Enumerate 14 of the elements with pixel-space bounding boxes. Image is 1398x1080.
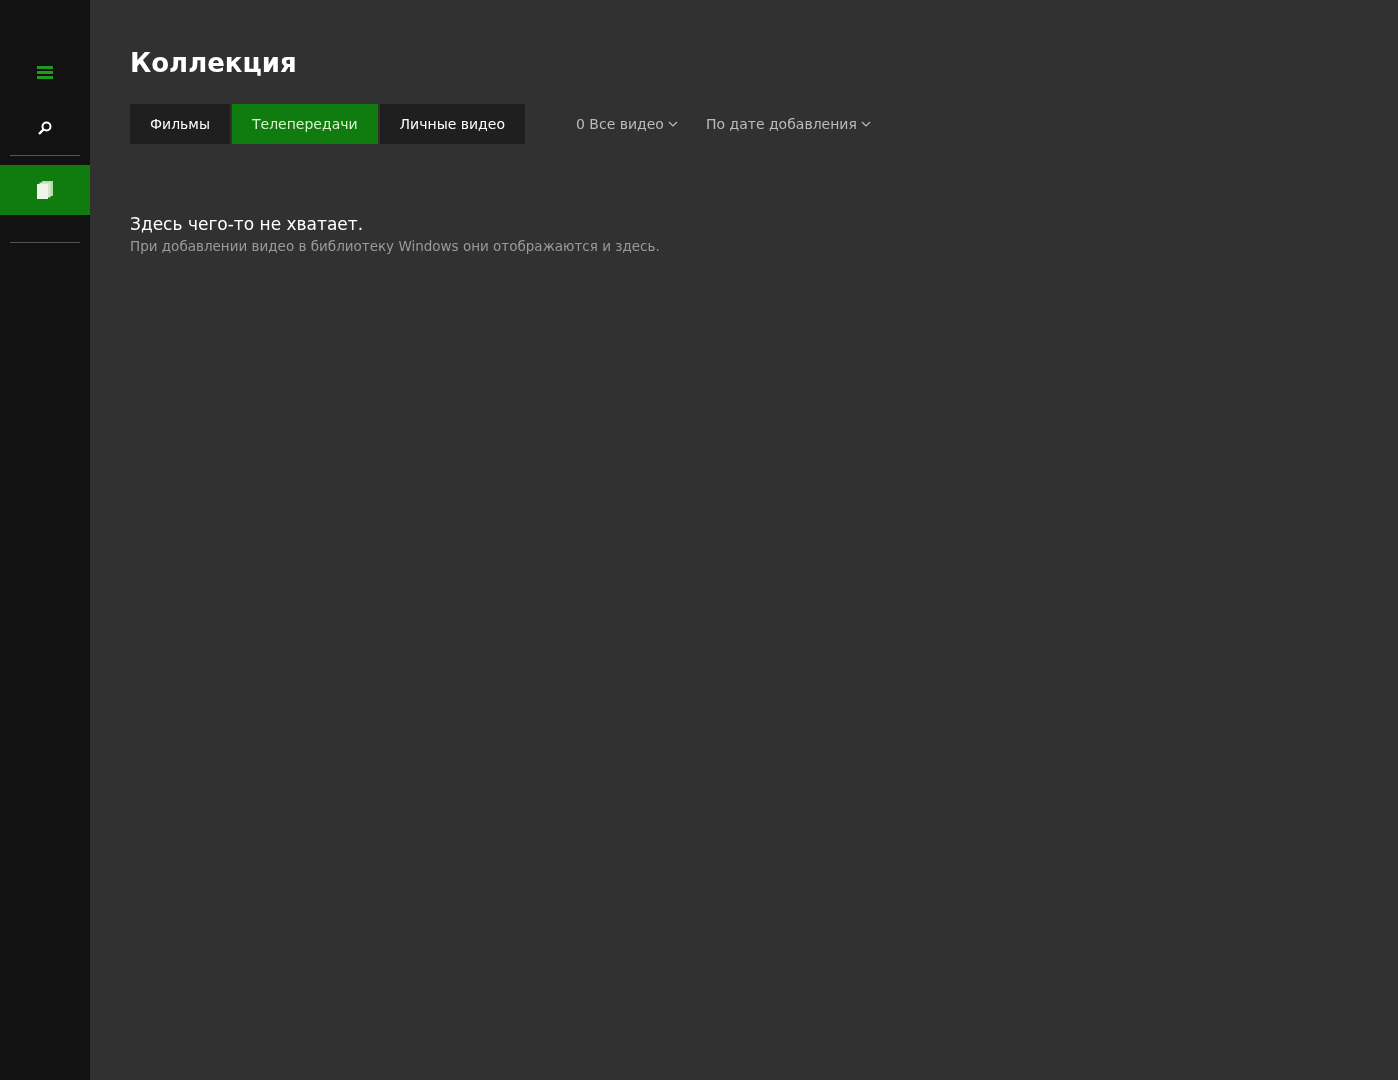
tab[interactable]: Фильмы: [130, 104, 230, 144]
empty-message: При добавлении видео в библиотеку Windows они отображаются и здесь.: [130, 238, 661, 254]
tab[interactable]: Личные видео: [379, 104, 525, 144]
tab[interactable]: Телепередачи: [231, 104, 378, 144]
filter-dropdown[interactable]: 0 Все видео: [576, 116, 678, 132]
chevron-down-icon: [860, 121, 871, 127]
search-icon: [38, 120, 52, 135]
page-title: Коллекция: [130, 48, 298, 78]
empty-heading: Здесь чего-то не хватает.: [130, 214, 365, 234]
chevron-down-icon: [667, 121, 678, 127]
collection-nav-button[interactable]: [0, 165, 90, 215]
documents-icon: [37, 181, 53, 199]
filter-dropdown[interactable]: По дате добавления: [705, 116, 871, 132]
menu-icon: [37, 66, 53, 79]
